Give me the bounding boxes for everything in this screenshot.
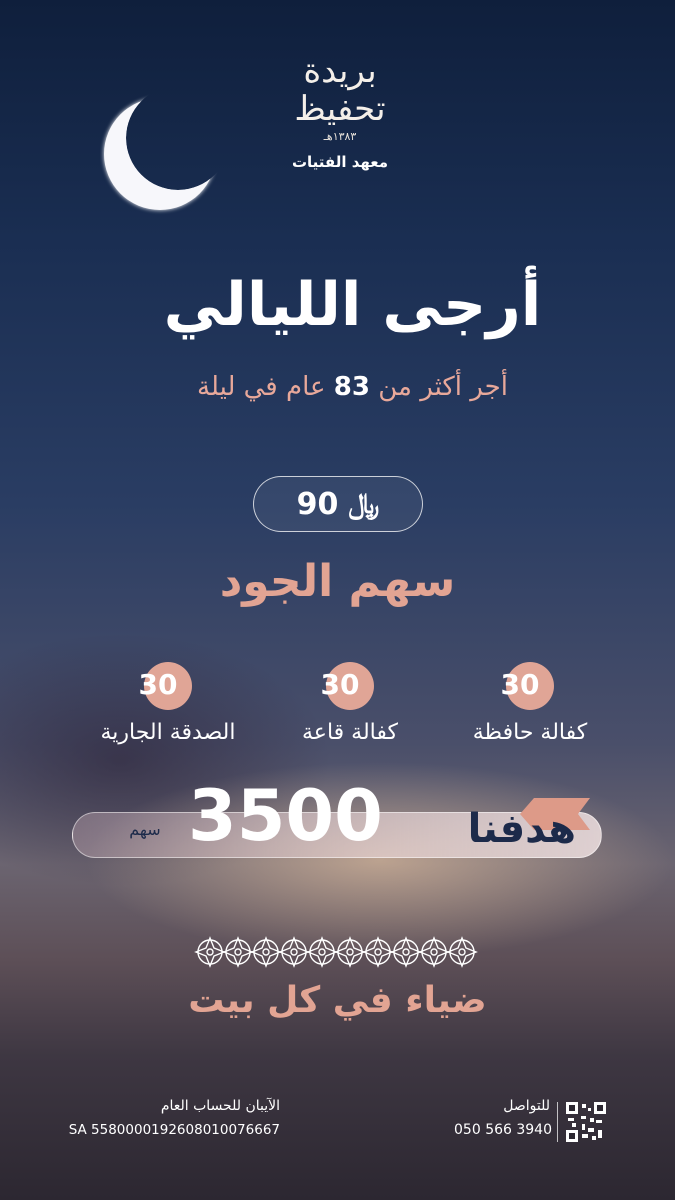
contact-phone[interactable]: 050 566 3940 (420, 1122, 552, 1138)
item-value-badge: 30 (139, 662, 192, 710)
crescent-moon-icon (100, 92, 230, 222)
goal-number: 3500 (188, 775, 383, 857)
item-value: 30 (320, 668, 360, 701)
subtitle-before: أجر أكثر من (369, 372, 508, 402)
institute-name: معهد الفتيات (291, 153, 389, 171)
goal-unit: سهم (129, 820, 161, 839)
item-label: كفالة حافظة (472, 720, 588, 745)
subtitle-after: عام في ليلة (197, 372, 334, 402)
item-label: كفالة قاعة (302, 720, 398, 745)
price-amount: 90 (296, 486, 339, 522)
item-hafiza: 30 كفالة حافظة (430, 662, 630, 745)
contact-label: للتواصل (503, 1098, 550, 1114)
footer-divider (557, 1102, 558, 1142)
ornament-divider-icon (194, 936, 477, 968)
price-pill[interactable]: 90 ﷼ (253, 476, 423, 532)
goal-label: هدفنا (467, 806, 576, 852)
subtitle: أجر أكثر من 83 عام في ليلة (0, 372, 675, 402)
logo-calligraphy: بريدة تحفيظ (294, 51, 387, 129)
item-label: الصدقة الجارية (100, 720, 236, 745)
item-value: 30 (500, 668, 540, 701)
share-name: سهم الجود (219, 556, 456, 607)
item-hall: 30 كفالة قاعة (250, 662, 450, 745)
subtitle-number: 83 (333, 372, 370, 402)
institute-logo: بريدة تحفيظ ١٣٨٣هـ معهد الفتيات (270, 52, 410, 171)
riyal-currency-icon: ﷼ (348, 487, 380, 520)
qr-code-icon[interactable] (566, 1102, 606, 1142)
item-value: 30 (138, 668, 178, 701)
item-value-badge: 30 (501, 662, 554, 710)
account-iban[interactable]: SA 5580000192608010076667 (50, 1122, 280, 1138)
logo-year: ١٣٨٣هـ (323, 130, 357, 143)
item-charity: 30 الصدقة الجارية (68, 662, 268, 745)
page-title: أرجى الليالي (163, 270, 542, 340)
slogan: ضياء في كل بيت (188, 980, 487, 1021)
item-value-badge: 30 (321, 662, 374, 710)
account-label: الآيبان للحساب العام (160, 1098, 280, 1114)
